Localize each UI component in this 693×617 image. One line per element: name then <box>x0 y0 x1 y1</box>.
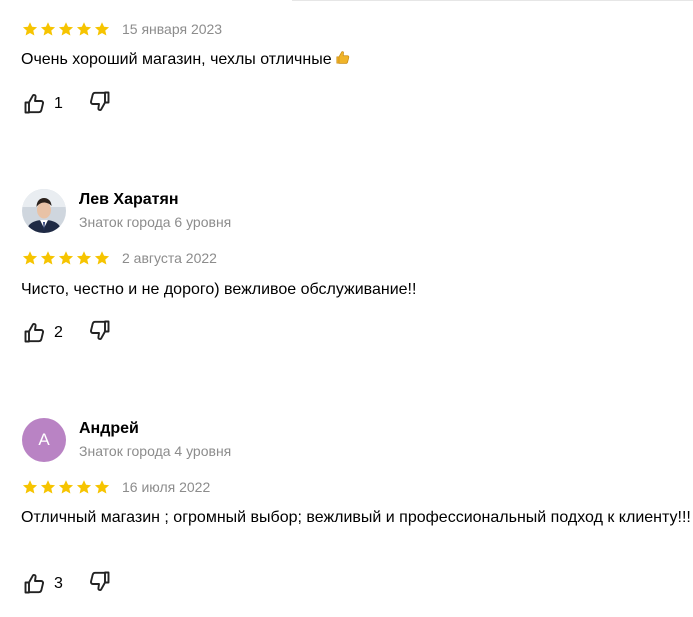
review-actions: 1 <box>22 89 112 118</box>
thumbs-down-icon <box>88 569 112 593</box>
review-text-body: Очень хороший магазин, чехлы отличные <box>21 51 332 68</box>
author-name[interactable]: Андрей <box>79 419 231 439</box>
author-info: Андрей Знаток города 4 уровня <box>79 419 231 460</box>
star-icon <box>40 21 56 37</box>
star-icon <box>22 21 38 37</box>
star-icon <box>94 21 110 37</box>
avatar[interactable]: А <box>22 418 66 462</box>
dislike-button[interactable] <box>88 89 112 118</box>
star-icon <box>76 250 92 266</box>
review-text: Чисто, честно и не дорого) вежливое обсл… <box>21 281 417 298</box>
author-name[interactable]: Лев Харатян <box>79 190 231 210</box>
star-icon <box>58 250 74 266</box>
like-count: 3 <box>54 574 63 592</box>
like-button[interactable]: 1 <box>22 92 63 116</box>
star-icon <box>58 479 74 495</box>
rating-stars <box>22 479 110 495</box>
avatar[interactable] <box>22 189 66 233</box>
star-icon <box>94 479 110 495</box>
thumbs-down-icon <box>88 318 112 342</box>
star-icon <box>22 479 38 495</box>
review-date: 2 августа 2022 <box>122 250 217 266</box>
like-button[interactable]: 3 <box>22 572 63 596</box>
author-level: Знаток города 4 уровня <box>79 443 232 459</box>
thumbs-up-icon <box>22 321 46 345</box>
review-date: 16 июля 2022 <box>122 479 211 495</box>
star-icon <box>40 250 56 266</box>
dislike-button[interactable] <box>88 318 112 347</box>
author-level: Знаток города 6 уровня <box>79 214 232 230</box>
star-icon <box>22 250 38 266</box>
like-count: 2 <box>54 323 63 341</box>
star-icon <box>58 21 74 37</box>
star-icon <box>94 250 110 266</box>
thumbs-up-icon <box>22 572 46 596</box>
star-icon <box>76 479 92 495</box>
thumbs-up-emoji-icon <box>334 49 351 73</box>
like-count: 1 <box>54 94 63 112</box>
divider <box>292 0 693 1</box>
like-button[interactable]: 2 <box>22 321 63 345</box>
rating-stars <box>22 21 110 37</box>
dislike-button[interactable] <box>88 569 112 598</box>
review-actions: 3 <box>22 569 112 598</box>
review-actions: 2 <box>22 318 112 347</box>
author-info: Лев Харатян Знаток города 6 уровня <box>79 190 231 231</box>
star-icon <box>76 21 92 37</box>
review-date: 15 января 2023 <box>122 21 223 37</box>
review-author: А Андрей Знаток города 4 уровня <box>22 418 231 462</box>
rating-stars <box>22 250 110 266</box>
review-author: Лев Харатян Знаток города 6 уровня <box>22 189 231 233</box>
review-text: Очень хороший магазин, чехлы отличные <box>21 49 691 73</box>
star-icon <box>40 479 56 495</box>
thumbs-down-icon <box>88 89 112 113</box>
thumbs-up-icon <box>22 92 46 116</box>
review-text: Отличный магазин ; огромный выбор; вежли… <box>21 509 691 526</box>
